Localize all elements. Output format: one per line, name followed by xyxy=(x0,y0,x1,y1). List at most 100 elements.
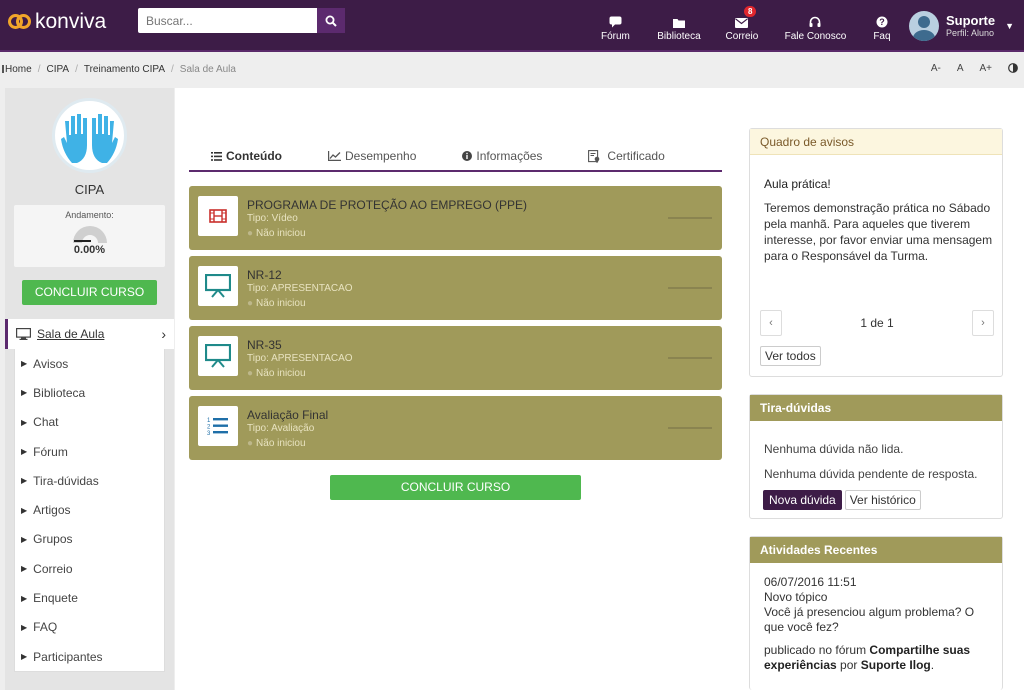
sidebar-item-biblioteca[interactable]: ▶ Biblioteca xyxy=(15,378,164,407)
caret-right-icon: ▶ xyxy=(21,652,28,662)
progress-value: 0.00% xyxy=(73,244,106,256)
caret-right-icon: ▶ xyxy=(21,593,28,603)
doubt-history-button[interactable]: Ver histórico xyxy=(844,490,921,510)
nav-fale-conosco-label: Fale Conosco xyxy=(784,30,847,42)
search-input[interactable] xyxy=(138,8,317,33)
svg-text:1: 1 xyxy=(207,418,211,424)
content-item-status-label: Não iniciou xyxy=(256,228,306,239)
sidebar-item-faq[interactable]: ▶ FAQ xyxy=(15,613,164,642)
sidebar-item-avisos[interactable]: ▶ Avisos xyxy=(15,349,164,378)
activity-source: publicado no fórum Compartilhe suas expe… xyxy=(764,643,994,673)
pager-text: 1 de 1 xyxy=(860,316,894,330)
font-reset-button[interactable]: A xyxy=(957,63,964,76)
sidebar-item-artigos[interactable]: ▶ Artigos xyxy=(15,495,164,524)
caret-right-icon: ▶ xyxy=(21,534,28,544)
content-item-progress-bar xyxy=(668,287,712,289)
tab-label: Informações xyxy=(476,149,543,163)
new-doubt-button[interactable]: Nova dúvida xyxy=(763,490,842,510)
contrast-icon[interactable] xyxy=(1008,63,1018,76)
film-icon xyxy=(198,196,238,236)
breadcrumb-home[interactable]: Home xyxy=(5,64,32,75)
konviva-logo[interactable]: konviva xyxy=(8,10,106,34)
sidebar-item-chat[interactable]: ▶ Chat xyxy=(15,408,164,437)
content-item-status-label: Não iniciou xyxy=(256,438,306,449)
sidebar-item-label: Biblioteca xyxy=(33,385,86,400)
status-dot-icon: ● xyxy=(247,438,254,449)
recent-activities-title: Atividades Recentes xyxy=(750,537,1002,563)
sidebar-conclude-course-button[interactable]: CONCLUIR CURSO xyxy=(22,280,157,305)
caret-right-icon: ▶ xyxy=(21,359,28,369)
content-item-nr12[interactable]: NR-12 Tipo: APRESENTACAO ● Não iniciou xyxy=(189,256,722,320)
progress-label: Andamento: xyxy=(65,210,114,220)
top-navigation: Fórum Biblioteca 8 Correio Fale Conosco … xyxy=(587,0,1024,52)
conclude-course-button[interactable]: CONCLUIR CURSO xyxy=(330,475,581,500)
search-button[interactable] xyxy=(317,8,345,33)
activity-author-link[interactable]: Suporte Ilog xyxy=(861,658,931,672)
tab-informacoes[interactable]: Informações xyxy=(462,142,542,170)
activity-text[interactable]: Você já presenciou algum problema? O que… xyxy=(764,605,994,635)
svg-text:3: 3 xyxy=(207,431,211,436)
headset-icon xyxy=(809,16,821,27)
recent-activity-entry: 06/07/2016 11:51 Novo tópico Você já pre… xyxy=(764,575,994,673)
breadcrumb-current: Sala de Aula xyxy=(179,63,236,75)
content-list: PROGRAMA DE PROTEÇÃO AO EMPREGO (PPE) Ti… xyxy=(189,186,722,466)
content-item-nr35[interactable]: NR-35 Tipo: APRESENTACAO ● Não iniciou xyxy=(189,326,722,390)
content-item-title: NR-12 xyxy=(247,268,282,282)
breadcrumb-cipa[interactable]: CIPA xyxy=(46,64,69,75)
activity-prefix: publicado no fórum xyxy=(764,643,870,657)
breadcrumb-treinamento[interactable]: Treinamento CIPA xyxy=(84,64,165,75)
sidebar-item-correio[interactable]: ▶ Correio xyxy=(15,554,164,583)
caret-right-icon: ▶ xyxy=(21,622,28,632)
user-menu[interactable]: Suporte Perfil: Aluno ▼ xyxy=(903,0,1024,52)
svg-text:?: ? xyxy=(879,17,885,27)
tab-desempenho[interactable]: Desempenho xyxy=(328,142,416,170)
main-panel: Conteúdo Desempenho Informações Certific… xyxy=(175,88,1024,690)
sidebar-item-label: Sala de Aula xyxy=(37,327,105,341)
tab-certificado[interactable]: Certificado xyxy=(588,142,665,170)
logo-rings-icon xyxy=(8,13,32,31)
see-all-notices-button[interactable]: Ver todos xyxy=(760,346,821,366)
doubts-unread-text: Nenhuma dúvida não lida. xyxy=(764,442,904,456)
progress-box: Andamento: 0.00% xyxy=(14,205,165,267)
nav-correio-label: Correio xyxy=(725,30,759,42)
sidebar-item-grupos[interactable]: ▶ Grupos xyxy=(15,525,164,554)
sidebar-item-enquete[interactable]: ▶ Enquete xyxy=(15,583,164,612)
home-icon xyxy=(2,65,4,73)
folder-icon xyxy=(672,18,685,28)
breadcrumb-separator: / xyxy=(171,63,174,75)
mail-count-badge: 8 xyxy=(743,6,757,17)
tab-conteudo[interactable]: Conteúdo xyxy=(211,142,282,170)
nav-faq[interactable]: ? Faq xyxy=(861,0,903,52)
svg-text:2: 2 xyxy=(207,425,211,431)
breadcrumb-separator: / xyxy=(37,63,41,75)
content-item-avaliacao-final[interactable]: 123 Avaliação Final Tipo: Avaliação ● Não… xyxy=(189,396,722,460)
content-item-progress-bar xyxy=(668,217,712,219)
nav-correio[interactable]: 8 Correio xyxy=(714,0,770,52)
nav-forum-label: Fórum xyxy=(601,30,630,42)
content-tabs: Conteúdo Desempenho Informações Certific… xyxy=(189,142,722,172)
presentation-icon xyxy=(198,336,238,376)
list-icon xyxy=(211,151,222,161)
caret-down-icon[interactable]: ▼ xyxy=(1005,21,1014,31)
sidebar-item-tira-duvidas[interactable]: ▶ Tira-dúvidas xyxy=(15,466,164,495)
nav-faq-label: Faq xyxy=(873,30,891,42)
nav-forum[interactable]: Fórum xyxy=(587,0,644,52)
sidebar-item-forum[interactable]: ▶ Fórum xyxy=(15,437,164,466)
caret-right-icon: ▶ xyxy=(21,447,28,457)
font-decrease-button[interactable]: A- xyxy=(931,63,941,76)
monitor-icon xyxy=(16,328,31,340)
search-icon xyxy=(325,15,337,27)
sidebar-item-label: Enquete xyxy=(33,591,78,606)
font-increase-button[interactable]: A+ xyxy=(979,63,992,76)
content-item-title: PROGRAMA DE PROTEÇÃO AO EMPREGO (PPE) xyxy=(247,198,528,212)
font-size-tools: A- A A+ xyxy=(915,63,1018,76)
content-item-ppe[interactable]: PROGRAMA DE PROTEÇÃO AO EMPREGO (PPE) Ti… xyxy=(189,186,722,250)
sidebar-item-sala-de-aula[interactable]: Sala de Aula › xyxy=(5,319,174,349)
chevron-right-icon[interactable]: › xyxy=(972,310,994,336)
content-item-type: Tipo: Vídeo xyxy=(247,213,298,224)
sidebar-item-participantes[interactable]: ▶ Participantes xyxy=(15,642,164,671)
nav-fale-conosco[interactable]: Fale Conosco xyxy=(770,0,861,52)
nav-biblioteca[interactable]: Biblioteca xyxy=(644,0,714,52)
top-bar: konviva Fórum Biblioteca 8 Correio Fale … xyxy=(0,0,1024,52)
presentation-icon xyxy=(198,266,238,306)
